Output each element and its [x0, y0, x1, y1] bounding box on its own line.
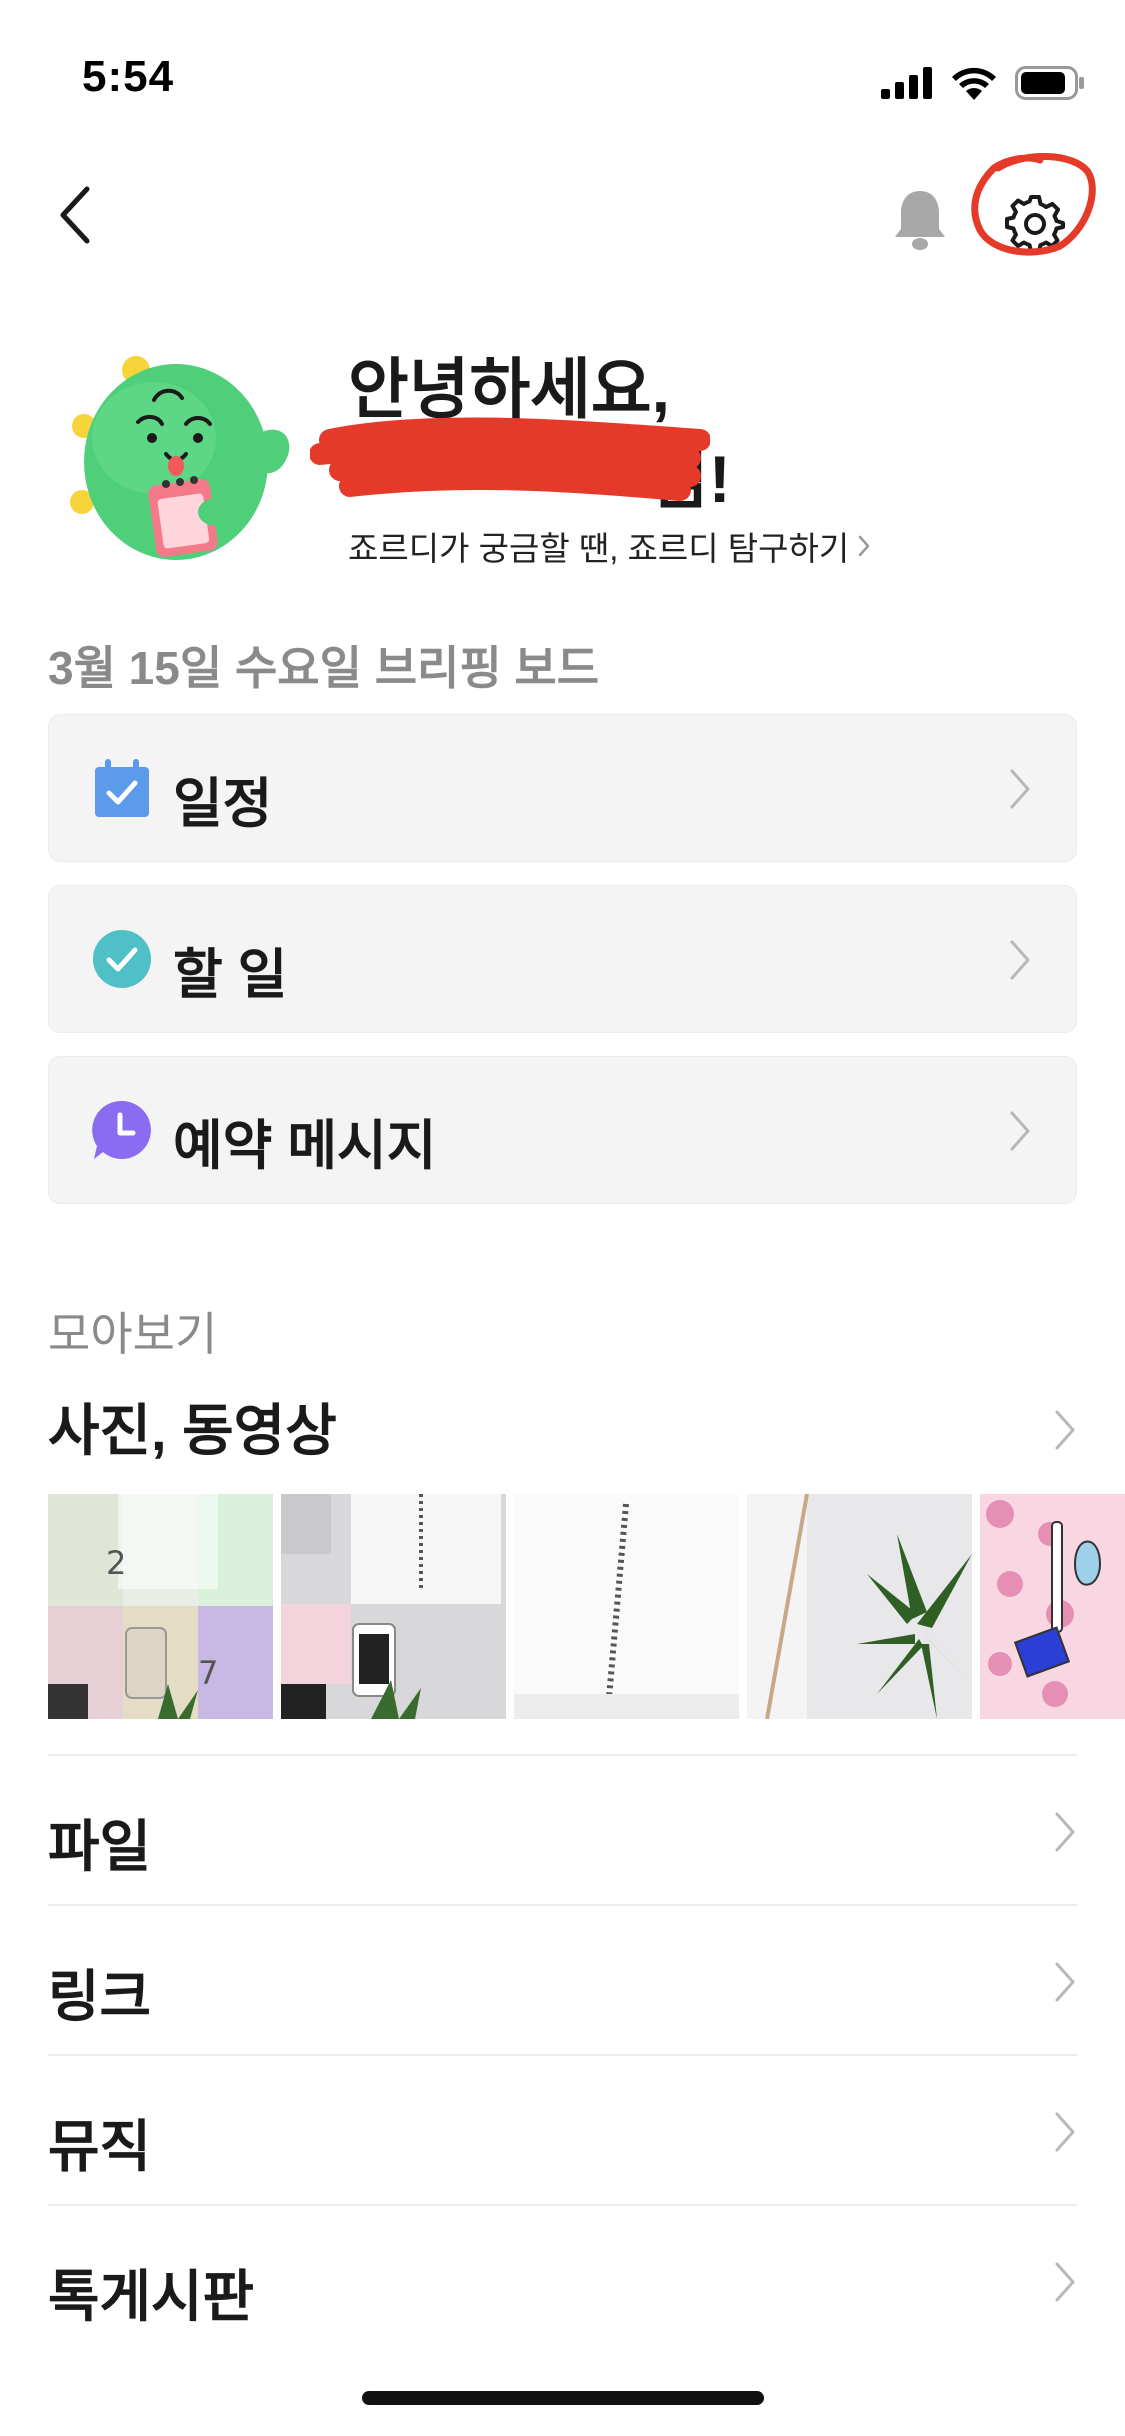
collection-title: 모아보기 [48, 1308, 218, 1360]
status-bar: 5:54 [0, 0, 1125, 140]
briefing-item-scheduled-message[interactable]: 예약 메시지 [48, 1056, 1077, 1204]
svg-text:7: 7 [198, 1654, 218, 1692]
links-label: 링크 [48, 1965, 152, 2028]
settings-button[interactable] [990, 178, 1080, 268]
briefing-board-title: 3월 15일 수요일 브리핑 보드 [48, 642, 600, 694]
photo-thumbnail[interactable] [514, 1494, 739, 1719]
notification-button[interactable] [880, 180, 960, 260]
todo-label: 할 일 [173, 945, 288, 1005]
briefing-item-todo[interactable]: 할 일 [48, 885, 1077, 1033]
name-suffix: 님! [648, 442, 731, 516]
gear-icon [1005, 195, 1065, 253]
status-icons [881, 60, 1085, 106]
list-item-chat-board[interactable]: 톡게시판 [48, 2204, 1077, 2354]
home-indicator[interactable] [362, 2391, 764, 2405]
greeting-hello: 안녕하세요, [348, 352, 670, 426]
greeting-section: 안녕하세요, 님! 죠르디가 궁금할 땐, 죠르디 탐구하기 [0, 330, 1125, 600]
chevron-right-icon [1055, 1962, 1075, 2002]
calendar-icon [95, 759, 149, 817]
status-time: 5:54 [82, 52, 175, 101]
jordy-mascot-image [70, 356, 290, 560]
photo-thumbnail[interactable] [980, 1494, 1125, 1719]
chevron-right-icon [1055, 1410, 1075, 1450]
cellular-signal-icon [881, 67, 932, 99]
photos-videos-row[interactable]: 사진, 동영상 [0, 1378, 1125, 1488]
back-button[interactable] [40, 180, 110, 250]
files-label: 파일 [48, 1815, 152, 1878]
scheduled-message-label: 예약 메시지 [173, 1116, 437, 1176]
check-circle-icon [93, 930, 151, 988]
chevron-right-small-icon [859, 535, 870, 557]
photo-thumbnail[interactable] [281, 1494, 506, 1719]
music-label: 뮤직 [48, 2115, 152, 2178]
chevron-right-icon [1010, 1111, 1030, 1151]
chevron-right-icon [1010, 940, 1030, 980]
chevron-right-icon [1055, 2262, 1075, 2302]
greeting-name: 님! [348, 426, 731, 522]
chevron-left-icon [60, 186, 90, 244]
photo-thumbnail-strip: 2 7 [48, 1494, 1125, 1719]
photo-thumbnail[interactable] [747, 1494, 972, 1719]
chevron-right-icon [1055, 1812, 1075, 1852]
nav-bar [0, 160, 1125, 270]
battery-icon [1015, 66, 1084, 100]
explore-jordy-link[interactable]: 죠르디가 궁금할 땐, 죠르디 탐구하기 [348, 522, 871, 570]
chevron-right-icon [1055, 2112, 1075, 2152]
chevron-right-icon [1010, 769, 1030, 809]
list-item-links[interactable]: 링크 [48, 1904, 1077, 2054]
clock-bubble-icon [92, 1100, 151, 1159]
schedule-label: 일정 [173, 774, 273, 834]
bell-icon [895, 191, 945, 250]
list-item-music[interactable]: 뮤직 [48, 2054, 1077, 2204]
photo-thumbnail[interactable]: 2 7 [48, 1494, 273, 1719]
wifi-icon [952, 67, 996, 100]
chat-board-label: 톡게시판 [48, 2265, 255, 2328]
explore-jordy-label: 죠르디가 궁금할 땐, 죠르디 탐구하기 [348, 530, 850, 567]
svg-text:2: 2 [106, 1544, 126, 1582]
briefing-item-schedule[interactable]: 일정 [48, 714, 1077, 862]
photos-videos-label: 사진, 동영상 [48, 1399, 337, 1462]
list-item-files[interactable]: 파일 [48, 1754, 1077, 1904]
